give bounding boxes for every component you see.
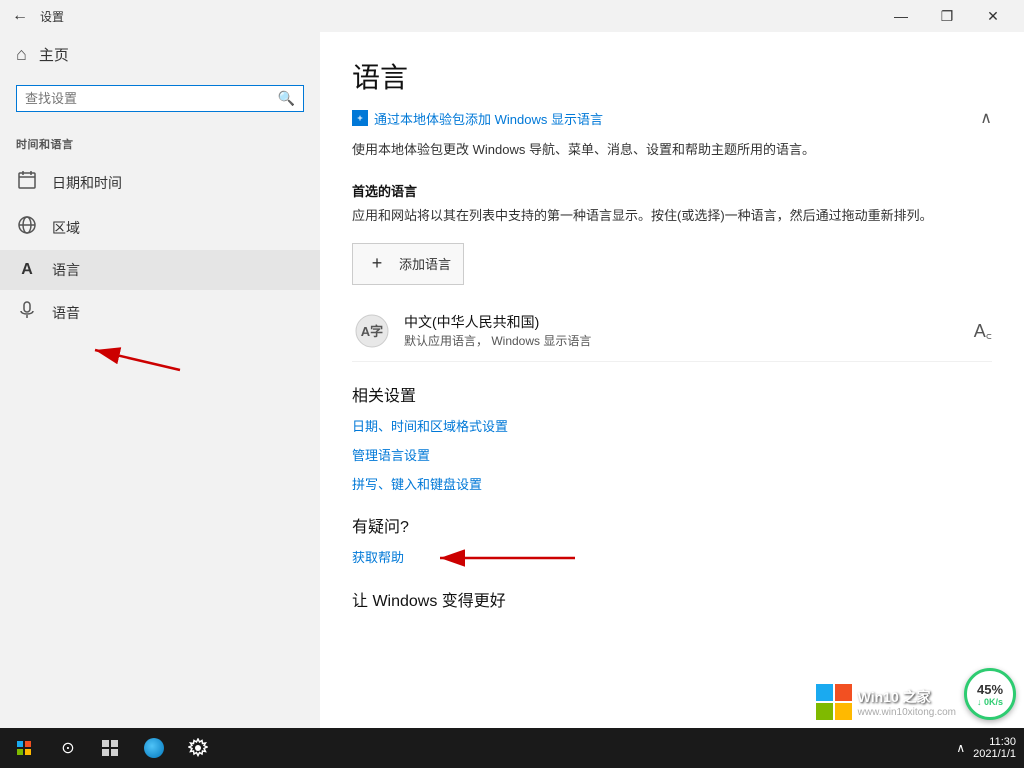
- lang-name: 中文(中华人民共和国): [404, 312, 962, 332]
- sidebar-item-region[interactable]: 区域: [0, 205, 320, 250]
- language-icon: A: [16, 261, 38, 279]
- related-settings-title: 相关设置: [352, 382, 992, 406]
- taskbar-chevron[interactable]: ∧: [952, 737, 969, 759]
- preferred-lang-desc: 应用和网站将以其在列表中支持的第一种语言显示。按住(或选择)一种语言，然后通过拖…: [352, 206, 992, 227]
- content-area: 语言 + 通过本地体验包添加 Windows 显示语言 ∧ 使用本地体验包更改 …: [320, 32, 1024, 728]
- add-windows-lang-link[interactable]: 通过本地体验包添加 Windows 显示语言: [374, 109, 603, 128]
- link-icon: +: [352, 110, 368, 126]
- region-label: 区域: [52, 218, 80, 238]
- lang-item-options[interactable]: A꜀: [974, 319, 992, 343]
- title-bar: ← 设置 — ❐ ✕: [0, 0, 1024, 32]
- related-link-keyboard[interactable]: 拼写、键入和键盘设置: [352, 474, 992, 493]
- related-link-datetime[interactable]: 日期、时间和区域格式设置: [352, 416, 992, 435]
- lang-status: 默认应用语言， Windows 显示语言: [404, 332, 962, 349]
- search-box: 🔍: [16, 85, 304, 112]
- speech-label: 语音: [52, 303, 80, 323]
- minimize-button[interactable]: —: [878, 0, 924, 32]
- window-title: 设置: [40, 8, 64, 25]
- plus-icon: +: [365, 252, 389, 276]
- description-text: 使用本地体验包更改 Windows 导航、菜单、消息、设置和帮助主题所用的语言。: [352, 140, 992, 161]
- search-input[interactable]: [25, 91, 270, 106]
- taskbar: ⊙ ∧ 11:30 2021/1/1: [0, 728, 1024, 768]
- window-controls: — ❐ ✕: [878, 0, 1016, 32]
- preferred-lang-title: 首选的语言: [352, 181, 992, 200]
- section-title: 时间和语言: [0, 120, 320, 160]
- datetime-icon: [16, 170, 38, 195]
- taskbar-apps: [88, 728, 220, 768]
- back-button[interactable]: ←: [8, 4, 32, 28]
- language-item-chinese[interactable]: A字 中文(中华人民共和国) 默认应用语言， Windows 显示语言 A꜀: [352, 301, 992, 362]
- sidebar-item-language[interactable]: A 语言: [0, 250, 320, 290]
- add-language-button[interactable]: + 添加语言: [352, 243, 464, 285]
- start-icon: [17, 741, 31, 755]
- taskbar-app-1[interactable]: [88, 728, 132, 768]
- related-link-manage[interactable]: 管理语言设置: [352, 445, 992, 464]
- speech-icon: [16, 300, 38, 325]
- sidebar-item-speech[interactable]: 语音: [0, 290, 320, 335]
- collapse-button[interactable]: ∧: [980, 108, 992, 128]
- taskbar-time: 11:30 2021/1/1: [973, 736, 1016, 760]
- sidebar-home[interactable]: ⌂ 主页: [0, 32, 320, 77]
- win10-sub: www.win10xitong.com: [858, 707, 956, 718]
- taskbar-app-gear[interactable]: [176, 728, 220, 768]
- speed-percent: 45%: [977, 682, 1003, 697]
- datetime-label: 日期和时间: [52, 173, 122, 193]
- page-title: 语言: [352, 56, 992, 96]
- taskbar-right: ∧ 11:30 2021/1/1: [952, 736, 1024, 760]
- speed-value: ↓ 0K/s: [977, 697, 1003, 707]
- sidebar-item-datetime[interactable]: 日期和时间: [0, 160, 320, 205]
- improve-windows-title: 让 Windows 变得更好: [352, 587, 992, 611]
- lang-item-icon: A字: [352, 311, 392, 351]
- lang-info: 中文(中华人民共和国) 默认应用语言， Windows 显示语言: [404, 312, 962, 349]
- faq-title: 有疑问?: [352, 513, 992, 537]
- start-button[interactable]: [0, 728, 48, 768]
- sidebar: ⌂ 主页 🔍 时间和语言 日期和时间: [0, 32, 320, 728]
- close-button[interactable]: ✕: [970, 0, 1016, 32]
- win10-text: Win10 之家: [858, 687, 956, 707]
- win10-logo-icon: [816, 684, 852, 720]
- svg-text:A字: A字: [361, 324, 383, 339]
- home-icon: ⌂: [16, 44, 27, 65]
- taskbar-search-button[interactable]: ⊙: [48, 728, 88, 768]
- speed-badge: 45% ↓ 0K/s: [964, 668, 1016, 720]
- home-label: 主页: [39, 44, 69, 65]
- taskbar-app-2[interactable]: [132, 728, 176, 768]
- search-icon: 🔍: [278, 90, 295, 107]
- add-lang-label: 添加语言: [399, 254, 451, 273]
- language-label: 语言: [52, 260, 80, 280]
- restore-button[interactable]: ❐: [924, 0, 970, 32]
- get-help-link[interactable]: 获取帮助: [352, 550, 404, 565]
- main-container: ⌂ 主页 🔍 时间和语言 日期和时间: [0, 32, 1024, 728]
- win10-brand: Win10 之家 www.win10xitong.com: [816, 684, 956, 720]
- region-icon: [16, 215, 38, 240]
- top-link-row: + 通过本地体验包添加 Windows 显示语言 ∧: [352, 108, 992, 128]
